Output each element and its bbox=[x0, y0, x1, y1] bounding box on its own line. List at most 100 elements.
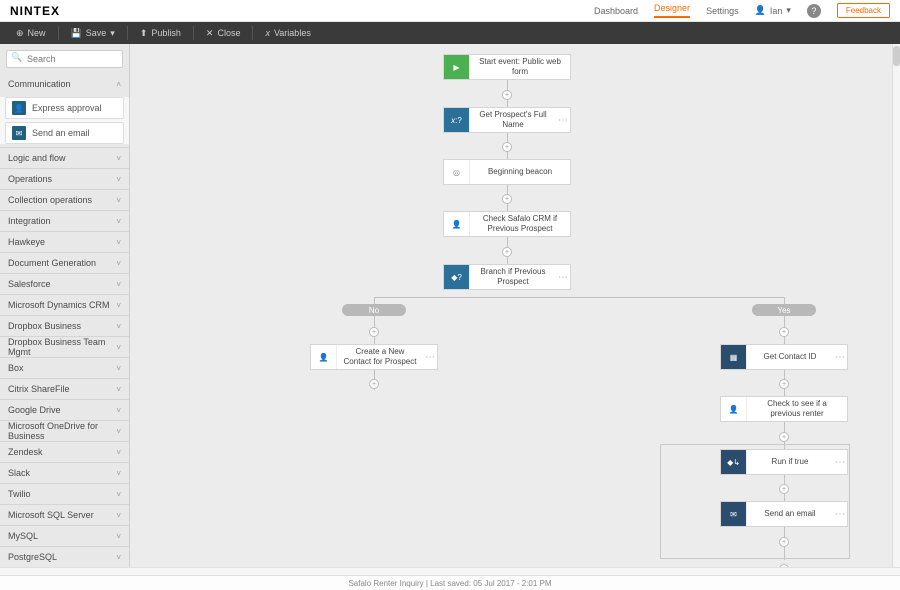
add-point[interactable]: + bbox=[502, 142, 512, 152]
chevron-icon: ˅ bbox=[116, 238, 121, 247]
more-icon[interactable]: ⋯ bbox=[423, 352, 437, 363]
chevron-icon: ˅ bbox=[116, 448, 121, 457]
category: Citrix ShareFile˅ bbox=[0, 379, 129, 400]
category-name: Citrix ShareFile bbox=[8, 384, 70, 394]
add-point[interactable]: + bbox=[502, 90, 512, 100]
help-icon[interactable]: ? bbox=[807, 4, 821, 18]
chevron-icon: ˅ bbox=[116, 364, 121, 373]
category-name: Slack bbox=[8, 468, 30, 478]
node-check-crm[interactable]: 👤 Check Safalo CRM if Previous Prospect bbox=[443, 211, 571, 237]
node-check-renter[interactable]: 👤 Check to see if a previous renter bbox=[720, 396, 848, 422]
add-point[interactable]: + bbox=[779, 327, 789, 337]
horizontal-scrollbar[interactable] bbox=[0, 567, 900, 575]
more-icon[interactable]: ⋯ bbox=[833, 352, 847, 363]
node-fullname[interactable]: x:? Get Prospect's Full Name ⋯ bbox=[443, 107, 571, 133]
toolbar-new[interactable]: ⊕New bbox=[10, 28, 52, 39]
category-list[interactable]: Communication˄ 👤Express approval ✉Send an … bbox=[0, 74, 129, 567]
node-get-contact[interactable]: ▦ Get Contact ID ⋯ bbox=[720, 344, 848, 370]
category-header[interactable]: Dropbox Business˅ bbox=[0, 316, 129, 336]
category: Dropbox Business Team Mgmt˅ bbox=[0, 337, 129, 358]
more-icon[interactable]: ⋯ bbox=[833, 509, 847, 520]
chevron-icon: ˅ bbox=[116, 301, 121, 310]
add-point[interactable]: + bbox=[502, 247, 512, 257]
category-header[interactable]: Dropbox Business Team Mgmt˅ bbox=[0, 337, 129, 357]
vertical-scrollbar[interactable] bbox=[892, 44, 900, 567]
category-name: Dropbox Business Team Mgmt bbox=[8, 337, 116, 357]
brand-logo: NINTEX bbox=[10, 4, 60, 18]
add-point[interactable]: + bbox=[779, 379, 789, 389]
save-icon: 💾 bbox=[71, 28, 82, 39]
connector bbox=[374, 297, 784, 298]
toolbar-close[interactable]: ✕Close bbox=[200, 28, 247, 39]
category: Integration˅ bbox=[0, 211, 129, 232]
category-header[interactable]: Hawkeye˅ bbox=[0, 232, 129, 252]
lookup-icon: 👤 bbox=[444, 212, 470, 236]
category-name: Microsoft OneDrive for Business bbox=[8, 421, 116, 441]
category-header[interactable]: Salesforce˅ bbox=[0, 274, 129, 294]
category-header[interactable]: Logic and flow˅ bbox=[0, 148, 129, 168]
toolbar-save[interactable]: 💾Save ▾ bbox=[65, 28, 121, 39]
node-start[interactable]: ▶ Start event: Public web form bbox=[443, 54, 571, 80]
node-send-email[interactable]: ✉ Send an email ⋯ bbox=[720, 501, 848, 527]
add-point[interactable]: + bbox=[369, 327, 379, 337]
chevron-down-icon: ▾ bbox=[110, 28, 115, 39]
feedback-button[interactable]: Feedback bbox=[837, 3, 890, 18]
category-header[interactable]: Microsoft OneDrive for Business˅ bbox=[0, 421, 129, 441]
node-create-contact[interactable]: 👤 Create a New Contact for Prospect ⋯ bbox=[310, 344, 438, 370]
chevron-icon: ˅ bbox=[116, 427, 121, 436]
category-header[interactable]: Integration˅ bbox=[0, 211, 129, 231]
toolbar-variables[interactable]: xVariables bbox=[259, 28, 316, 38]
nav-settings[interactable]: Settings bbox=[706, 6, 739, 16]
add-point[interactable]: + bbox=[779, 484, 789, 494]
category: PostgreSQL˅ bbox=[0, 547, 129, 567]
chevron-icon: ˅ bbox=[116, 280, 121, 289]
category-header[interactable]: Collection operations˅ bbox=[0, 190, 129, 210]
node-branch[interactable]: ◆? Branch if Previous Prospect ⋯ bbox=[443, 264, 571, 290]
scroll-thumb[interactable] bbox=[893, 46, 900, 66]
category-header[interactable]: Microsoft SQL Server˅ bbox=[0, 505, 129, 525]
workflow-name: Safalo Renter Inquiry bbox=[348, 579, 423, 588]
search-input[interactable] bbox=[6, 50, 123, 68]
add-point[interactable]: + bbox=[779, 564, 789, 567]
chevron-icon: ˅ bbox=[116, 343, 121, 352]
category-header[interactable]: Operations˅ bbox=[0, 169, 129, 189]
add-point[interactable]: + bbox=[779, 537, 789, 547]
category: Microsoft SQL Server˅ bbox=[0, 505, 129, 526]
nav-designer[interactable]: Designer bbox=[654, 3, 690, 18]
user-menu[interactable]: 👤 Ian ▾ bbox=[755, 5, 791, 16]
contact-icon: 👤 bbox=[311, 345, 337, 369]
category-header[interactable]: Google Drive˅ bbox=[0, 400, 129, 420]
node-beacon[interactable]: ◎ Beginning beacon bbox=[443, 159, 571, 185]
category: Dropbox Business˅ bbox=[0, 316, 129, 337]
category-header[interactable]: Communication˄ bbox=[0, 74, 129, 94]
action-item[interactable]: ✉Send an email bbox=[5, 122, 124, 144]
category-header[interactable]: Box˅ bbox=[0, 358, 129, 378]
add-point[interactable]: + bbox=[369, 379, 379, 389]
category: Salesforce˅ bbox=[0, 274, 129, 295]
more-icon[interactable]: ⋯ bbox=[556, 272, 570, 283]
node-run-true[interactable]: ◆↳ Run if true ⋯ bbox=[720, 449, 848, 475]
toolbar-publish[interactable]: ⬆Publish bbox=[134, 28, 187, 39]
nav-dashboard[interactable]: Dashboard bbox=[594, 6, 638, 16]
mail-icon: ✉ bbox=[721, 502, 747, 526]
header: NINTEX Dashboard Designer Settings 👤 Ian… bbox=[0, 0, 900, 22]
branch-icon: ◆? bbox=[444, 265, 470, 289]
category-header[interactable]: Twilio˅ bbox=[0, 484, 129, 504]
action-item[interactable]: 👤Express approval bbox=[5, 97, 124, 119]
category-header[interactable]: Microsoft Dynamics CRM˅ bbox=[0, 295, 129, 315]
more-icon[interactable]: ⋯ bbox=[833, 457, 847, 468]
chevron-down-icon: ▾ bbox=[786, 5, 791, 16]
canvas[interactable]: + + + + ▶ Start event: Public web form x… bbox=[130, 44, 900, 567]
category-header[interactable]: Slack˅ bbox=[0, 463, 129, 483]
add-point[interactable]: + bbox=[779, 432, 789, 442]
category-name: Zendesk bbox=[8, 447, 43, 457]
category-header[interactable]: Citrix ShareFile˅ bbox=[0, 379, 129, 399]
category-header[interactable]: MySQL˅ bbox=[0, 526, 129, 546]
category-header[interactable]: PostgreSQL˅ bbox=[0, 547, 129, 567]
more-icon[interactable]: ⋯ bbox=[556, 115, 570, 126]
beacon-icon: ◎ bbox=[444, 160, 470, 184]
category-header[interactable]: Zendesk ˅ bbox=[0, 442, 129, 462]
header-right: Dashboard Designer Settings 👤 Ian ▾ ? Fe… bbox=[594, 3, 890, 18]
category-header[interactable]: Document Generation˅ bbox=[0, 253, 129, 273]
add-point[interactable]: + bbox=[502, 194, 512, 204]
